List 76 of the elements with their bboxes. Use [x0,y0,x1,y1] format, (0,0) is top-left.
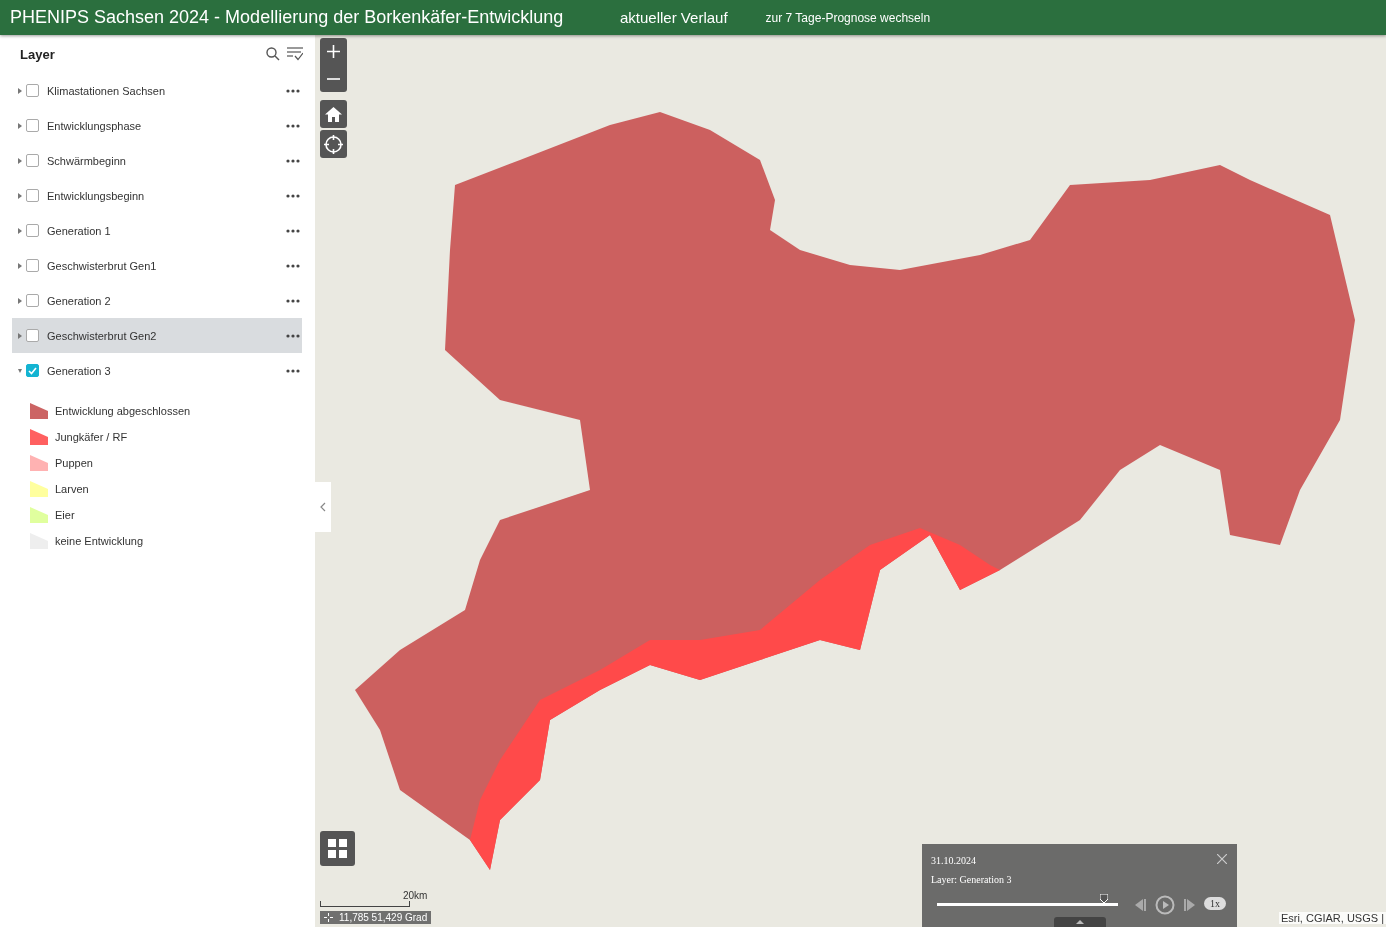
home-icon[interactable] [325,106,342,122]
checkbox[interactable] [26,294,39,307]
layer-name: Entwicklungsphase [47,119,143,132]
app-title: PHENIPS Sachsen 2024 - Modellierung der Borkenkäfer-Entwicklung [10,7,565,28]
more-options-icon[interactable] [286,263,300,268]
caret-right-icon[interactable] [18,87,22,94]
layer-name: Geschwisterbrut Gen1 [47,259,158,272]
coordinates-text: 11,785 51,429 Grad [339,912,428,923]
panel-title: Layer [20,46,56,62]
checkbox[interactable] [26,189,39,202]
plus-icon[interactable] [327,45,340,58]
layer-name: Generation 3 [47,364,112,377]
more-options-icon[interactable] [286,193,300,198]
nav-link[interactable]: zur 7 Tage-Prognose wechseln [765,10,931,25]
legend-label: keine Entwicklung [55,535,144,547]
checkbox[interactable] [26,84,39,97]
layer-row[interactable]: Schwärmbeginn [12,143,302,178]
caret-right-icon[interactable] [18,122,22,129]
layer-row[interactable]: Klimastationen Sachsen [12,73,302,108]
filter-list-icon[interactable] [287,47,303,61]
more-options-icon[interactable] [286,123,300,128]
caret-up-icon[interactable] [1076,920,1084,924]
legend-label: Eier [55,509,75,521]
layer-row[interactable]: Generation 2 [12,283,302,318]
layer-name: Klimastationen Sachsen [47,84,166,97]
grid-icon[interactable] [328,839,347,858]
caret-right-icon[interactable] [18,157,22,164]
minus-icon[interactable] [327,77,340,80]
expand-tab[interactable] [1054,917,1106,927]
basemap-gallery-button[interactable] [320,831,355,866]
layer-name: Entwicklungsbeginn [47,189,146,202]
caret-right-icon[interactable] [18,297,22,304]
layer-name: Generation 2 [47,294,112,307]
more-options-icon[interactable] [286,88,300,93]
home-button[interactable] [320,100,347,128]
caret-right-icon[interactable] [18,227,22,234]
layer-row[interactable]: Geschwisterbrut Gen2 [12,318,302,353]
checkbox[interactable] [26,259,39,272]
caret-right-icon[interactable] [18,192,22,199]
slider-date: 31.10.2024 [931,855,976,866]
caret-down-icon[interactable] [18,367,22,374]
play-icon[interactable] [1155,895,1175,915]
more-options-icon[interactable] [286,333,300,338]
nav-link[interactable]: aktueller Verlauf [620,9,728,26]
caret-right-icon[interactable] [18,332,22,339]
crosshair-icon [324,913,333,922]
more-options-icon[interactable] [286,228,300,233]
search-icon[interactable] [266,47,280,61]
legend-label: Jungkäfer / RF [55,431,128,443]
speed-button[interactable]: 1x [1204,897,1226,910]
layer-name: Schwärmbeginn [47,154,127,167]
close-icon[interactable] [1217,854,1227,864]
layer-name: Generation 1 [47,224,112,237]
time-slider[interactable] [937,894,1118,906]
layer-row[interactable]: Generation 3 [12,353,302,388]
slider-layer-label: Layer: Generation 3 [931,874,1012,885]
checkbox[interactable] [26,154,39,167]
scale-label: 20km [403,890,428,901]
checkbox[interactable] [26,119,39,132]
more-options-icon[interactable] [286,158,300,163]
checkbox[interactable] [26,364,39,377]
legend-label: Puppen [55,457,93,469]
layer-row[interactable]: Geschwisterbrut Gen1 [12,248,302,283]
attribution-text: Esri, CGIAR, USGS | [1278,912,1386,924]
layer-name: Geschwisterbrut Gen2 [47,329,158,342]
legend-label: Entwicklung abgeschlossen [55,405,191,417]
chevron-left-icon[interactable] [320,502,326,512]
layer-row[interactable]: Entwicklungsbeginn [12,178,302,213]
checkbox[interactable] [26,329,39,342]
more-options-icon[interactable] [286,368,300,373]
caret-right-icon[interactable] [18,262,22,269]
layer-row[interactable]: Generation 1 [12,213,302,248]
more-options-icon[interactable] [286,298,300,303]
checkbox[interactable] [26,224,39,237]
legend-label: Larven [55,483,89,495]
layer-row[interactable]: Entwicklungsphase [12,108,302,143]
